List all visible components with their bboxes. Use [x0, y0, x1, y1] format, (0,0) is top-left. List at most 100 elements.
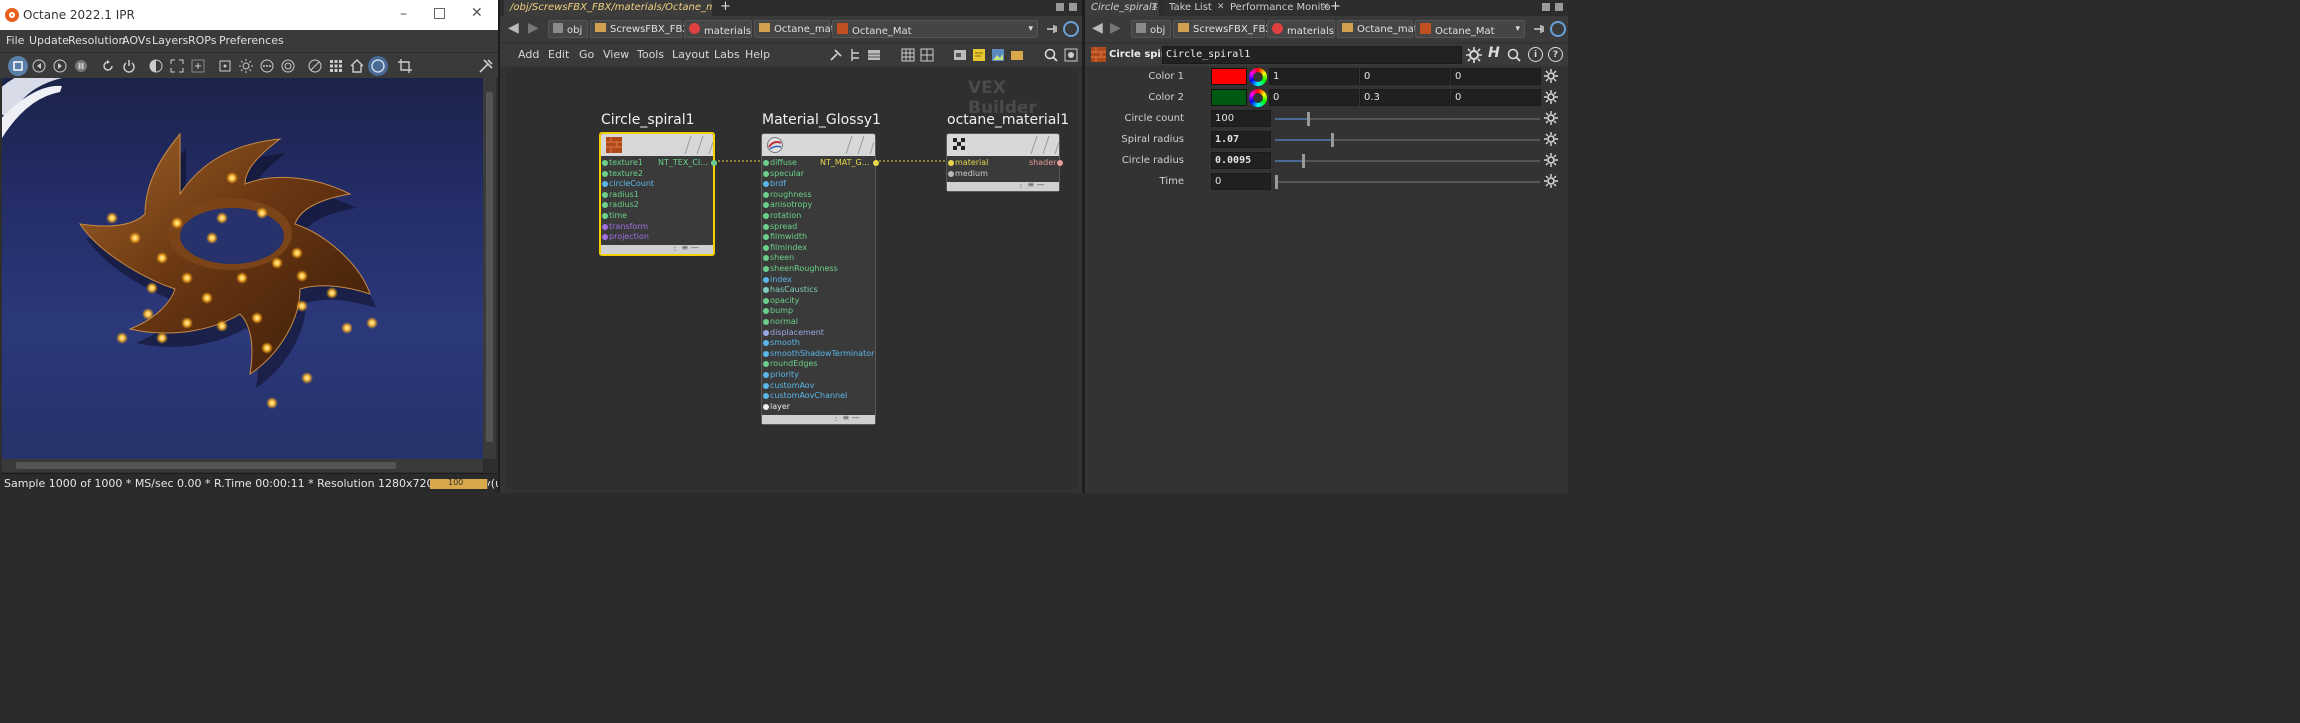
gear-icon[interactable]: [1544, 153, 1558, 167]
input-port-texture2[interactable]: texture2: [602, 169, 643, 179]
pane-menu-icon[interactable]: [1542, 3, 1550, 11]
pause-icon[interactable]: [71, 56, 91, 76]
tab-performance-monitor[interactable]: Performance Monitor: [1224, 0, 1330, 16]
target-icon[interactable]: [278, 56, 298, 76]
color1-b-field[interactable]: 0: [1451, 68, 1541, 85]
spiral-radius-field[interactable]: 1.07: [1211, 131, 1271, 148]
input-port-customaov[interactable]: customAov: [763, 381, 814, 391]
wrench-icon[interactable]: [828, 47, 844, 63]
info-icon[interactable]: i: [1528, 47, 1543, 62]
menu-aovs[interactable]: AOVs: [122, 34, 151, 47]
menu-edit[interactable]: Edit: [548, 48, 569, 61]
input-port-texture1[interactable]: texture1: [602, 158, 643, 168]
render-region-icon[interactable]: [8, 56, 28, 76]
color1-g-field[interactable]: 0: [1360, 68, 1450, 85]
search-icon[interactable]: [1043, 47, 1059, 63]
maximize-button[interactable]: [434, 8, 445, 19]
input-port-hascaustics[interactable]: hasCaustics: [763, 285, 818, 295]
output-port-dot[interactable]: [873, 160, 879, 166]
circle-count-field[interactable]: 100: [1211, 110, 1271, 127]
crumb-octane-mat-node[interactable]: Octane_Mat ▾: [832, 20, 1038, 38]
power-icon[interactable]: [119, 56, 139, 76]
tools-icon[interactable]: [476, 56, 496, 76]
pane-maximize-icon[interactable]: [1069, 3, 1077, 11]
help-icon[interactable]: ?: [1548, 47, 1563, 62]
material-picker-icon[interactable]: [257, 56, 277, 76]
color2-b-field[interactable]: 0: [1451, 89, 1541, 106]
menu-go[interactable]: Go: [579, 48, 594, 61]
input-port-diffuse[interactable]: diffuse: [763, 158, 797, 168]
color2-r-field[interactable]: 0: [1269, 89, 1359, 106]
input-port-spread[interactable]: spread: [763, 222, 797, 232]
node-material-glossy[interactable]: NT_MAT_G... ⋮ ≡ — diffuse specular brdf rou…: [761, 133, 879, 425]
input-port-opacity[interactable]: opacity: [763, 296, 799, 306]
input-port-customaovchannel[interactable]: customAovChannel: [763, 391, 847, 401]
node-octane-material[interactable]: material medium shader ⋮ ≡ —: [946, 133, 1063, 192]
sticky-note-icon[interactable]: [971, 47, 987, 63]
input-port-layer[interactable]: layer: [763, 402, 790, 412]
link-icon[interactable]: [1550, 21, 1566, 37]
sphere-view-icon[interactable]: [368, 56, 388, 76]
network-box-icon[interactable]: [952, 47, 968, 63]
fit-view-icon[interactable]: [167, 56, 187, 76]
spiral-radius-slider-handle[interactable]: [1330, 133, 1334, 147]
close-tab-icon[interactable]: ✕: [1151, 2, 1159, 12]
white-balance-icon[interactable]: [236, 56, 256, 76]
pane-maximize-icon[interactable]: [1555, 3, 1563, 11]
input-port-roundedges[interactable]: roundEdges: [763, 359, 818, 369]
color1-swatch[interactable]: [1211, 68, 1247, 85]
circle-count-slider[interactable]: [1275, 118, 1540, 120]
input-port-material[interactable]: material: [948, 158, 988, 168]
input-port-anisotropy[interactable]: anisotropy: [763, 200, 812, 210]
rewind-icon[interactable]: [29, 56, 49, 76]
tab-network-path[interactable]: /obj/ScrewsFBX_FBX/materials/Octane_mat/…: [504, 0, 712, 16]
input-port-smoothshadowterminator[interactable]: smoothShadowTerminator: [763, 349, 874, 359]
search-icon[interactable]: [1506, 47, 1522, 63]
input-port-radius1[interactable]: radius1: [602, 190, 639, 200]
minimize-button[interactable]: –: [400, 6, 407, 22]
time-field[interactable]: 0: [1211, 173, 1271, 190]
input-port-time[interactable]: time: [602, 211, 627, 221]
vertical-scroll-thumb[interactable]: [486, 92, 493, 442]
gear-icon[interactable]: [1466, 47, 1482, 63]
viewport-vertical-scrollbar[interactable]: [483, 78, 496, 459]
pane-menu-icon[interactable]: [1056, 3, 1064, 11]
input-port-displacement[interactable]: displacement: [763, 328, 824, 338]
time-slider[interactable]: [1275, 181, 1540, 183]
crumb-octane-mat[interactable]: Octane_mat: [754, 20, 835, 38]
grid-icon[interactable]: [326, 56, 346, 76]
menu-add[interactable]: Add: [518, 48, 539, 61]
output-port-dot[interactable]: [711, 160, 717, 166]
input-port-bump[interactable]: bump: [763, 306, 793, 316]
input-port-specular[interactable]: specular: [763, 169, 804, 179]
close-tab-icon[interactable]: ✕: [1322, 2, 1330, 12]
input-port-sheenroughness[interactable]: sheenRoughness: [763, 264, 838, 274]
back-arrow-icon[interactable]: ◀: [1092, 20, 1103, 36]
menu-labs[interactable]: Labs: [714, 48, 740, 61]
menu-rops[interactable]: ROPs: [188, 34, 216, 47]
input-port-smooth[interactable]: smooth: [763, 338, 800, 348]
pane-divider[interactable]: [498, 0, 500, 493]
contrast-icon[interactable]: [146, 56, 166, 76]
tab-circle-spiral[interactable]: Circle_spiral1: [1085, 0, 1159, 16]
horizontal-scroll-thumb[interactable]: [16, 462, 396, 469]
add-tab-icon[interactable]: +: [1330, 0, 1341, 14]
input-port-filmwidth[interactable]: filmwidth: [763, 232, 807, 242]
close-button[interactable]: ✕: [471, 5, 483, 21]
input-port-roughness[interactable]: roughness: [763, 190, 812, 200]
shelf-icon[interactable]: [1009, 47, 1025, 63]
pin-icon[interactable]: [1045, 22, 1059, 36]
input-port-medium[interactable]: medium: [948, 169, 988, 179]
menu-layout[interactable]: Layout: [672, 48, 709, 61]
circle-count-slider-handle[interactable]: [1306, 112, 1310, 126]
input-port-circlecount[interactable]: circleCount: [602, 179, 654, 189]
crop-icon[interactable]: [395, 56, 415, 76]
gear-icon[interactable]: [1544, 90, 1558, 104]
crumb-screwsfbx[interactable]: ScrewsFBX_FBX: [1173, 20, 1272, 38]
forward-arrow-icon[interactable]: ▶: [1110, 20, 1121, 36]
gear-icon[interactable]: [1544, 174, 1558, 188]
circle-radius-slider[interactable]: [1275, 160, 1540, 162]
menu-help[interactable]: Help: [745, 48, 770, 61]
add-region-icon[interactable]: [188, 56, 208, 76]
help-h-icon[interactable]: H: [1488, 45, 1500, 61]
